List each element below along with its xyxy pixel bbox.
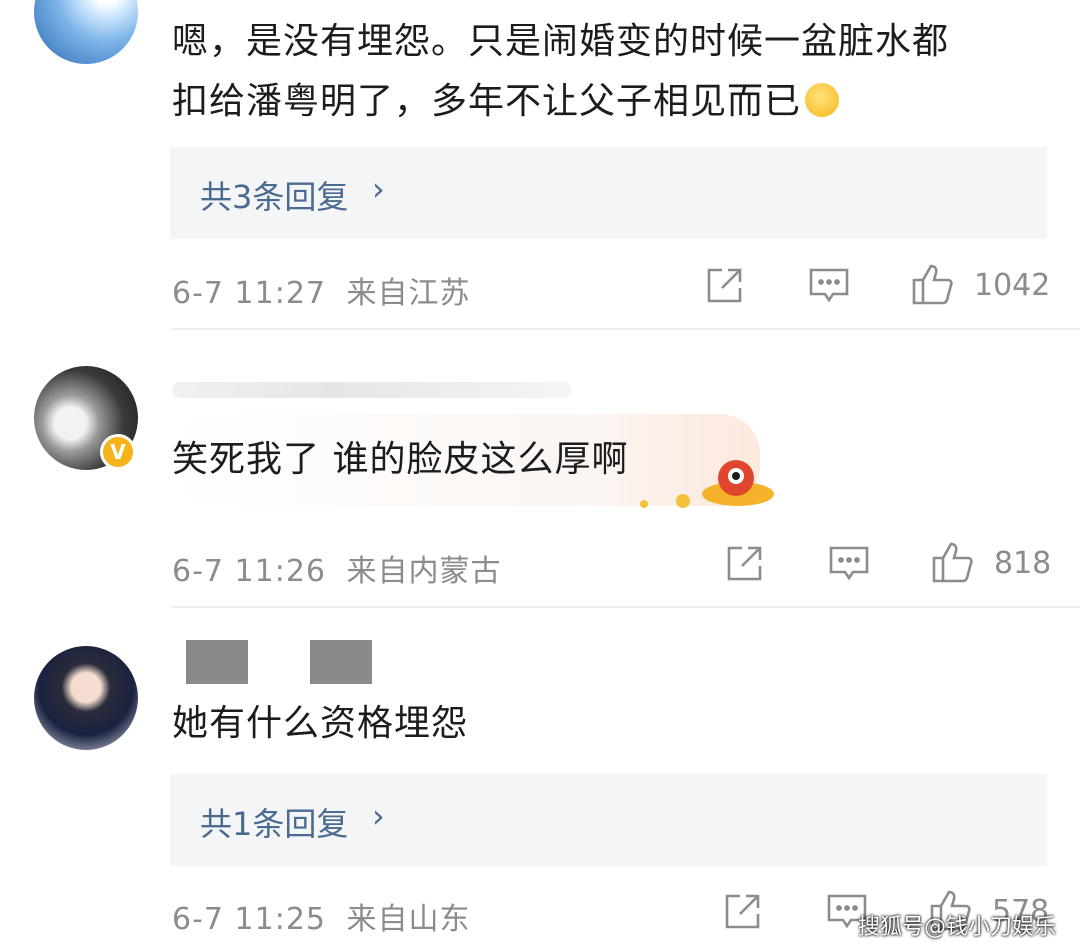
- chevron-right-icon: ›: [372, 797, 385, 835]
- thumbs-up-icon[interactable]: [930, 540, 976, 584]
- verified-badge-icon: V: [100, 434, 136, 470]
- like-count: 1042: [974, 268, 1051, 303]
- comment-meta: 6-7 11:25 来自山东: [172, 894, 471, 938]
- user-avatar[interactable]: [34, 0, 138, 64]
- comment-text: 她有什么资格埋怨: [172, 703, 469, 744]
- comment-text-line: 嗯，是没有埋怨。只是闹婚变的时候一盆脏水都: [172, 21, 950, 62]
- username-obscured: [172, 382, 572, 398]
- replies-link[interactable]: 共3条回复 ›: [170, 147, 1047, 239]
- watermark: 搜狐号@钱小刀娱乐: [857, 915, 1056, 940]
- comment-text: 笑死我了 谁的脸皮这么厚啊: [172, 439, 629, 480]
- replies-label: 共1条回复: [200, 805, 349, 843]
- replies-link[interactable]: 共1条回复 ›: [170, 774, 1047, 866]
- sparkle-icon: [676, 494, 690, 508]
- share-icon[interactable]: [722, 892, 762, 932]
- share-icon[interactable]: [704, 266, 744, 306]
- comment-location: 来自内蒙古: [346, 554, 502, 589]
- shrug-emoji-icon: [805, 83, 840, 117]
- comment-time: 6-7 11:26: [172, 554, 326, 589]
- comment-meta: 6-7 11:27 来自江苏: [172, 268, 471, 312]
- replies-label: 共3条回复: [200, 178, 349, 216]
- username-obscured: [310, 640, 372, 684]
- sparkle-icon: [640, 500, 648, 508]
- like-count: 818: [994, 546, 1052, 581]
- comment-location: 来自山东: [346, 902, 471, 937]
- comment-text: 扣给潘粤明了，多年不让父子相见而已: [172, 81, 802, 122]
- ufo-emoji-icon: [696, 456, 776, 512]
- divider: [172, 606, 1080, 608]
- comment-location: 来自江苏: [346, 276, 471, 311]
- comment-time: 6-7 11:27: [172, 276, 326, 311]
- divider: [172, 328, 1080, 330]
- comment-meta: 6-7 11:26 来自内蒙古: [172, 546, 502, 590]
- share-icon[interactable]: [724, 544, 764, 584]
- chevron-right-icon: ›: [372, 170, 385, 208]
- username-obscured: [186, 640, 248, 684]
- thumbs-up-icon[interactable]: [910, 262, 956, 306]
- comment-text-line: 扣给潘粤明了，多年不让父子相见而已: [172, 72, 840, 132]
- comment-icon[interactable]: [808, 266, 850, 306]
- comment-icon[interactable]: [828, 544, 870, 584]
- comment-time: 6-7 11:25: [172, 902, 326, 937]
- user-avatar[interactable]: [34, 646, 138, 750]
